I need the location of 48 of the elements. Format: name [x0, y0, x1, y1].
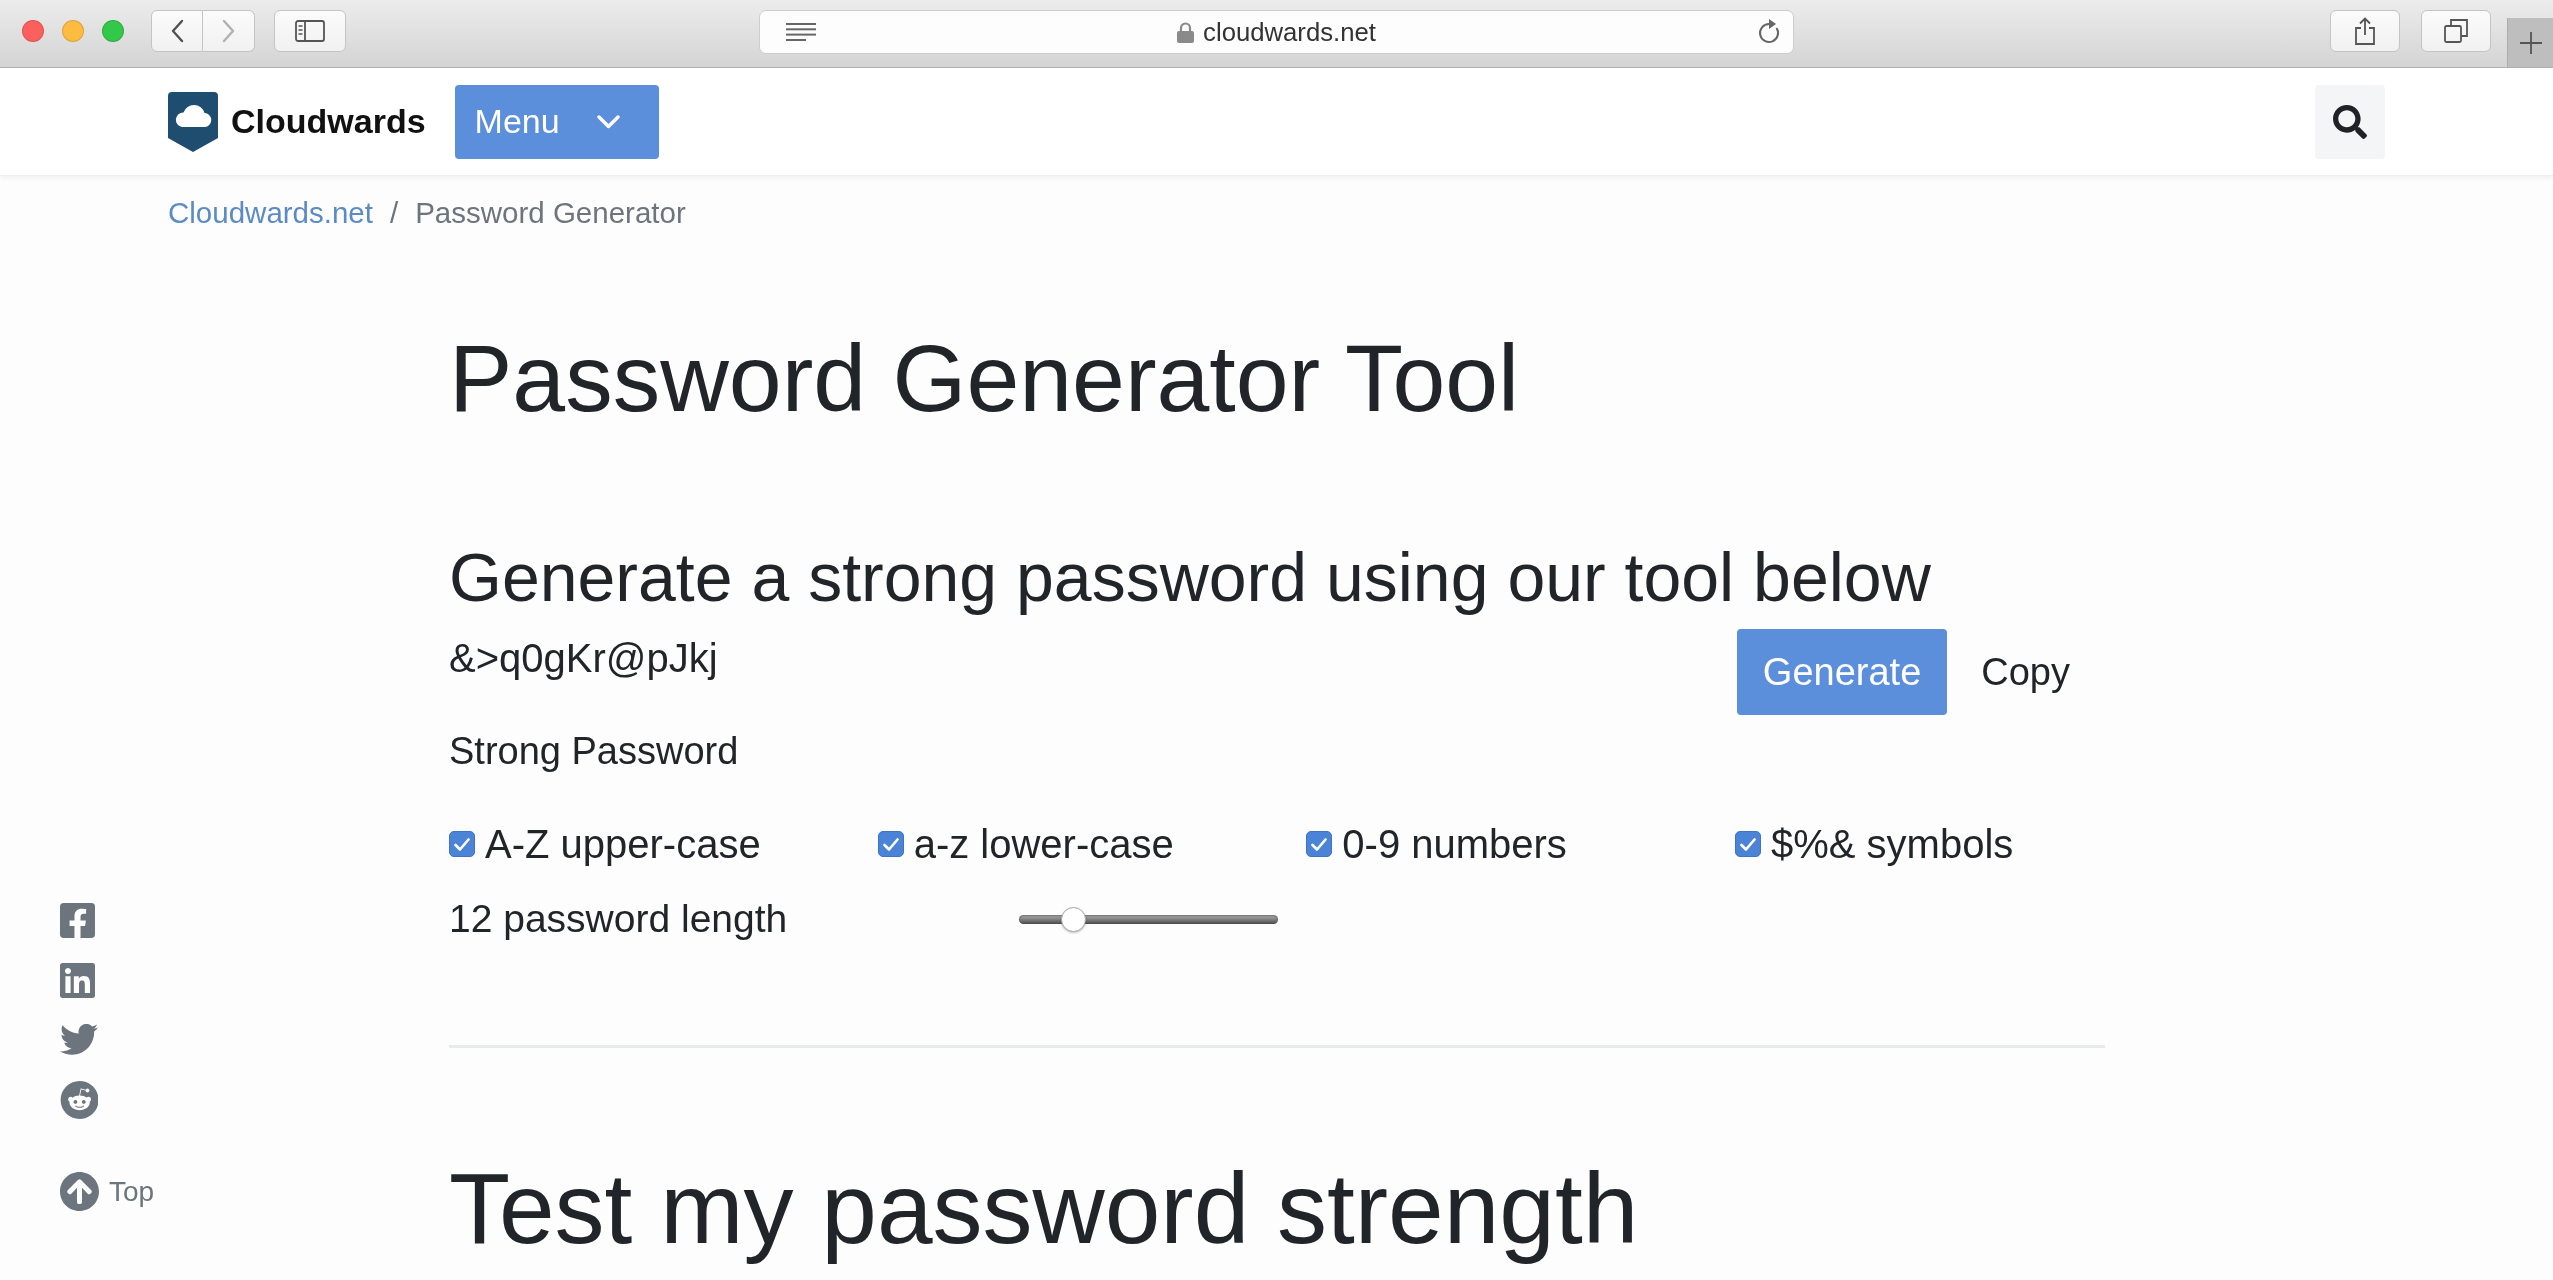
- top-link[interactable]: Top: [60, 1172, 155, 1211]
- chevron-left-icon: [170, 19, 184, 43]
- search-icon: [2333, 104, 2367, 139]
- linkedin-icon[interactable]: [60, 963, 95, 998]
- share-button[interactable]: [2330, 10, 2400, 52]
- tabs-button[interactable]: [2421, 10, 2491, 52]
- copy-button[interactable]: Copy: [1955, 629, 2096, 715]
- text-lines-icon[interactable]: [786, 23, 816, 41]
- lock-icon: [1177, 21, 1195, 43]
- check-icon: [1739, 837, 1756, 851]
- sidebar-icon: [295, 20, 325, 42]
- option-label[interactable]: A-Z upper-case: [485, 821, 761, 867]
- address-bar[interactable]: cloudwards.net: [759, 10, 1794, 54]
- page-title: Password Generator Tool: [449, 324, 1520, 433]
- checkbox[interactable]: [1306, 831, 1333, 857]
- check-icon: [882, 837, 899, 851]
- section-heading: Generate a strong password using our tool below: [449, 538, 1931, 617]
- password-text: &>q0gKr@pJkj: [449, 635, 718, 681]
- facebook-icon[interactable]: [60, 903, 95, 938]
- option-label[interactable]: a-z lower-case: [913, 821, 1174, 867]
- strength-label: Strong Password: [449, 729, 739, 774]
- logo-link[interactable]: Cloudwards: [168, 91, 426, 152]
- overlapping-squares-icon: [2444, 19, 2468, 43]
- share-icon: [2354, 17, 2376, 45]
- slider-track[interactable]: [1019, 906, 1278, 932]
- sidebar-button[interactable]: [274, 10, 346, 52]
- chevron-down-icon: [596, 114, 620, 129]
- checkbox[interactable]: [449, 831, 475, 857]
- check-icon: [1311, 837, 1328, 851]
- option-label[interactable]: 0-9 numbers: [1342, 821, 1567, 867]
- window-close-icon[interactable]: [22, 20, 44, 42]
- twitter-icon[interactable]: [60, 1024, 98, 1055]
- section-title: Test my password strength: [449, 1151, 1639, 1266]
- breadcrumb-separator: /: [389, 195, 400, 230]
- slider-thumb[interactable]: [1060, 906, 1086, 932]
- cloud-logo-icon: [168, 91, 218, 152]
- option-label[interactable]: $%& symbols: [1770, 821, 2014, 867]
- search-button[interactable]: [2315, 84, 2385, 159]
- checkbox[interactable]: [877, 831, 904, 857]
- reload-icon[interactable]: [1757, 19, 1781, 45]
- breadcrumb-current: Password Generator: [415, 195, 686, 230]
- back-button[interactable]: [151, 10, 203, 52]
- reddit-icon[interactable]: [60, 1081, 98, 1119]
- checkbox[interactable]: [1734, 831, 1761, 857]
- length-label: 12 password length: [449, 896, 788, 942]
- plus-icon: [2519, 31, 2542, 54]
- new-tab-button[interactable]: [2507, 18, 2553, 67]
- check-icon: [454, 837, 470, 851]
